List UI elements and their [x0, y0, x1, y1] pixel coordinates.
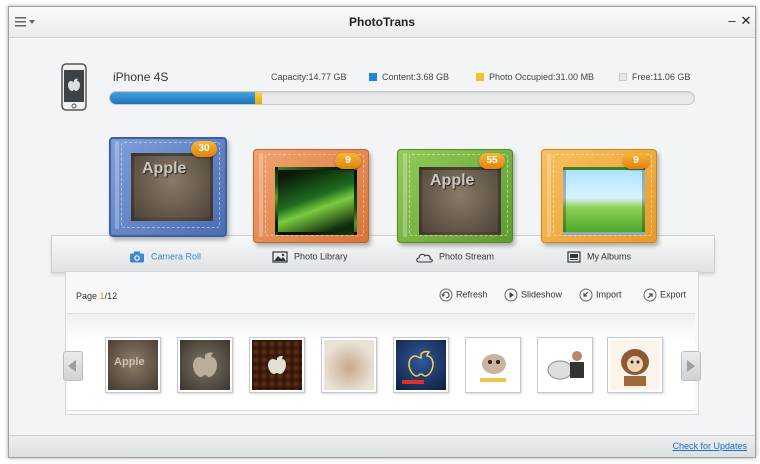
- album-cover-photo: Apple: [419, 167, 501, 235]
- album-photo-library[interactable]: 9: [253, 149, 369, 243]
- app-window: PhotoTrans – ✕ iPhone 4S Capacity:14.77 …: [8, 6, 756, 458]
- apple-logo-icon: [402, 350, 434, 384]
- album-spine: [115, 141, 119, 229]
- cartoon-icon: [547, 351, 584, 380]
- iphone-icon: [61, 63, 87, 111]
- page-label: Page: [76, 291, 98, 301]
- check-for-updates-link[interactable]: Check for Updates: [672, 441, 747, 451]
- tab-photo-stream[interactable]: Photo Stream: [415, 251, 494, 267]
- page-indicator: Page 1/12: [76, 291, 117, 301]
- window-title: PhotoTrans: [348, 15, 415, 29]
- thumbnail-image: [252, 340, 302, 390]
- capacity-stat: Capacity:14.77 GB: [271, 72, 347, 82]
- cloud-icon: [416, 253, 433, 263]
- photo-thumbnail[interactable]: [537, 337, 593, 393]
- prev-page-button[interactable]: [63, 351, 83, 381]
- storage-bar: [109, 91, 695, 105]
- cartoon-icon: [480, 354, 506, 382]
- title-bar: PhotoTrans – ✕: [9, 7, 755, 38]
- album-count-badge: 9: [335, 153, 361, 169]
- album-count-badge: 30: [191, 141, 217, 157]
- thumbnail-strip: [67, 313, 695, 411]
- photo-thumbnail[interactable]: [249, 337, 305, 393]
- free-stat: Free:11.06 GB: [619, 72, 690, 82]
- status-bar: Check for Updates: [9, 435, 755, 457]
- album-photo-stream[interactable]: Apple 55: [397, 149, 513, 243]
- play-icon: [504, 288, 518, 302]
- apple-text-art: Apple: [114, 356, 145, 368]
- content-stat: Content:3.68 GB: [369, 72, 449, 82]
- tab-label: My Albums: [587, 251, 632, 262]
- content-text: Content:3.68 GB: [382, 72, 450, 82]
- content-legend-swatch: [369, 73, 377, 81]
- export-button[interactable]: Export: [643, 288, 686, 304]
- photo-thumbnail[interactable]: Apple: [105, 337, 161, 393]
- apple-logo-icon: [268, 355, 286, 374]
- slideshow-button[interactable]: Slideshow: [504, 288, 562, 304]
- close-button[interactable]: ✕: [739, 13, 753, 29]
- tab-label: Photo Stream: [439, 251, 495, 262]
- storage-bar-photo: [255, 92, 263, 104]
- photo-legend-swatch: [476, 73, 484, 81]
- camera-icon: [130, 251, 144, 263]
- thumbnail-image: [324, 340, 374, 390]
- album-cover-photo: Apple: [131, 153, 213, 221]
- album-spine: [547, 153, 551, 237]
- tab-label: Camera Roll: [151, 251, 202, 262]
- slideshow-label: Slideshow: [521, 289, 563, 300]
- device-name: iPhone 4S: [113, 70, 169, 84]
- next-page-button[interactable]: [681, 351, 701, 381]
- photo-thumbnail[interactable]: [393, 337, 449, 393]
- thumbnail-image: [396, 340, 446, 390]
- photo-occupied-stat: Photo Occupied:31.00 MB: [476, 72, 594, 82]
- apple-logo-icon: [193, 352, 217, 377]
- capacity-text: Capacity:14.77 GB: [271, 72, 347, 82]
- thumbnail-image: [468, 340, 518, 390]
- cartoon-icon: [621, 349, 649, 386]
- storage-bar-content: [110, 92, 256, 104]
- tab-photo-library[interactable]: Photo Library: [272, 251, 348, 267]
- album-spine: [259, 153, 263, 237]
- album-spine: [403, 153, 407, 237]
- album-count-badge: 9: [623, 153, 649, 169]
- refresh-button[interactable]: Refresh: [439, 288, 488, 304]
- apple-text-art: Apple: [142, 160, 187, 177]
- photo-occupied-text: Photo Occupied:31.00 MB: [489, 72, 595, 82]
- album-cover-photo: [275, 167, 357, 235]
- tab-label: Photo Library: [294, 251, 348, 262]
- tab-camera-roll[interactable]: Camera Roll: [129, 251, 201, 267]
- apple-text-art: Apple: [430, 172, 475, 189]
- import-button[interactable]: Import: [579, 288, 622, 304]
- photo-thumbnail[interactable]: [321, 337, 377, 393]
- page-total: /12: [104, 291, 118, 301]
- photo-thumbnail[interactable]: [465, 337, 521, 393]
- tab-my-albums[interactable]: My Albums: [567, 251, 631, 267]
- album-camera-roll[interactable]: Apple 30: [109, 137, 227, 237]
- export-icon: [643, 288, 657, 302]
- free-legend-swatch: [619, 73, 627, 81]
- import-label: Import: [596, 289, 622, 300]
- image-icon: [272, 251, 288, 263]
- thumbnail-image: [180, 340, 230, 390]
- export-label: Export: [660, 289, 687, 300]
- photo-thumbnail[interactable]: [177, 337, 233, 393]
- album-my-albums[interactable]: 9: [541, 149, 657, 243]
- refresh-icon: [439, 288, 453, 302]
- album-cover-photo: [563, 167, 645, 235]
- albums-icon: [567, 251, 581, 263]
- album-count-badge: 55: [479, 153, 505, 169]
- thumbnail-image: [610, 340, 660, 390]
- refresh-label: Refresh: [456, 289, 488, 300]
- photo-thumbnail[interactable]: [607, 337, 663, 393]
- thumbnail-image: [540, 340, 590, 390]
- free-text: Free:11.06 GB: [632, 72, 691, 82]
- minimize-button[interactable]: –: [725, 13, 739, 29]
- thumbnail-image: Apple: [108, 340, 158, 390]
- import-icon: [579, 288, 593, 302]
